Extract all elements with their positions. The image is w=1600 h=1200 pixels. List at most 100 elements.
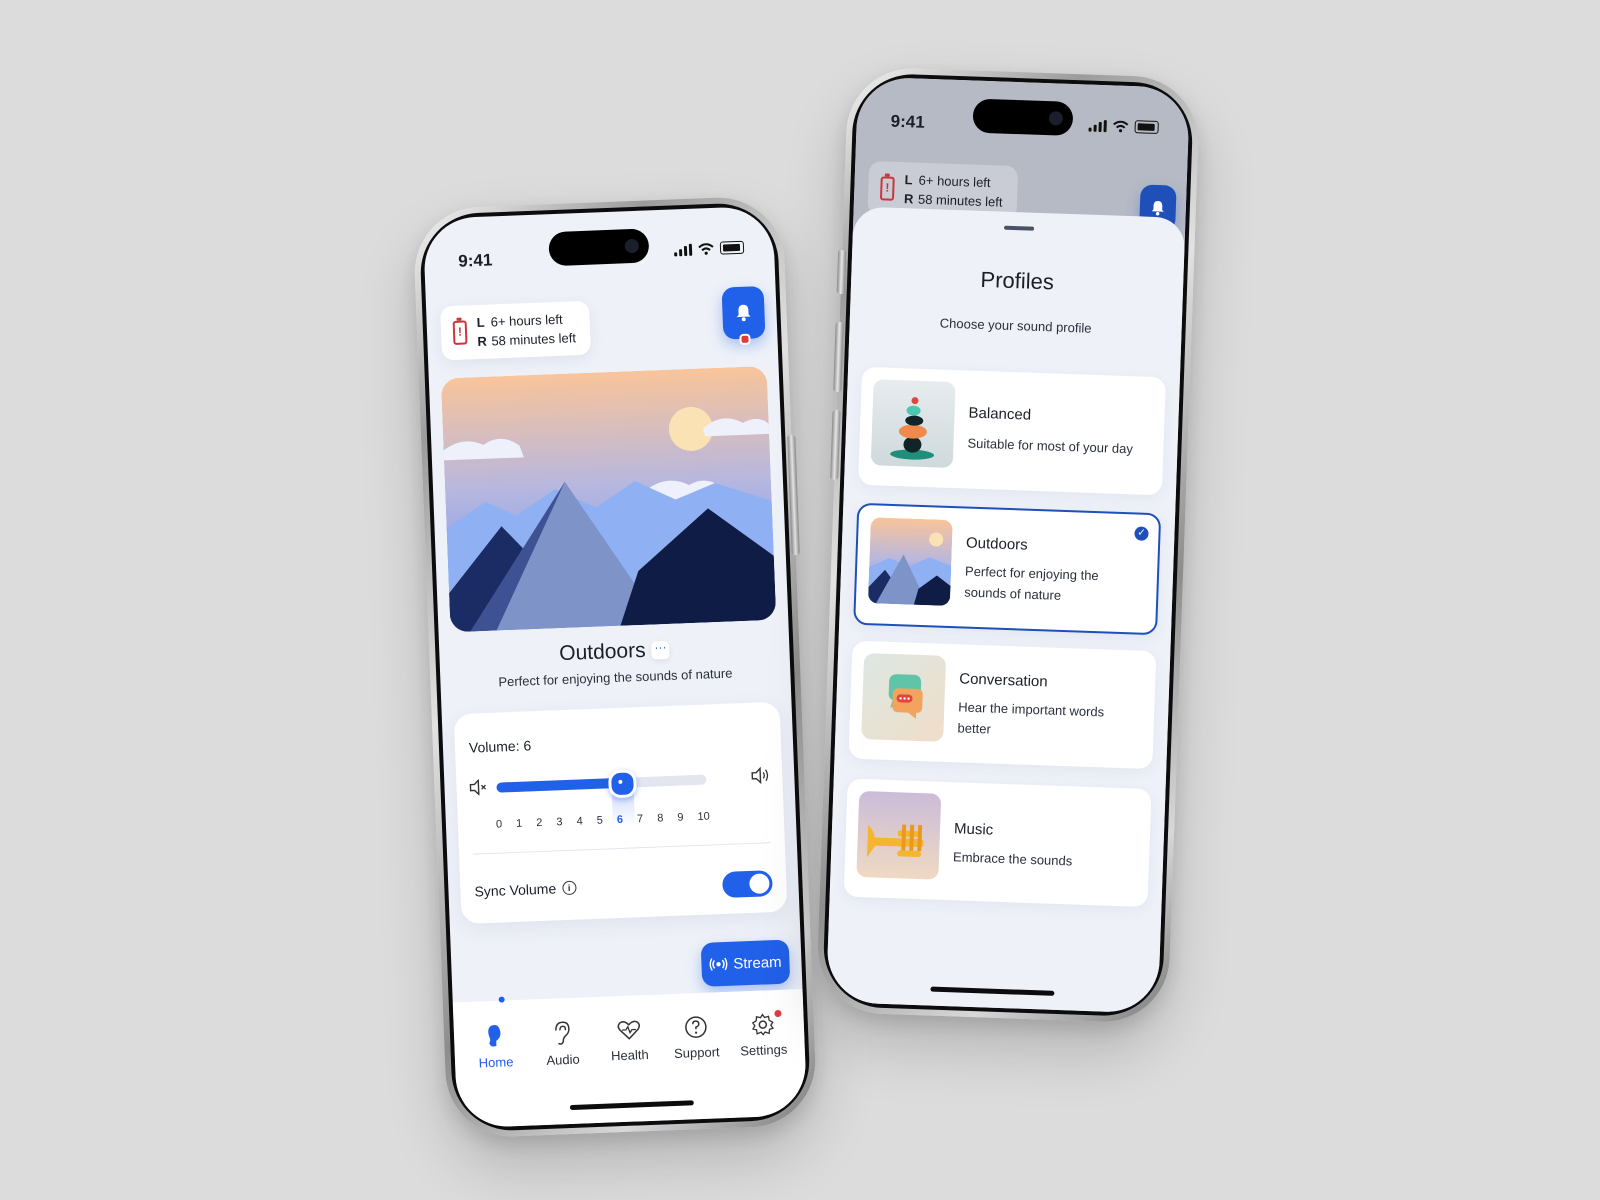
profiles-sheet: Profiles Choose your sound profile Balan… xyxy=(825,206,1186,1014)
volume-tick[interactable]: 1 xyxy=(516,818,523,830)
camera-icon-right xyxy=(1048,111,1064,126)
sheet-handle[interactable] xyxy=(1004,225,1035,231)
volume-label: Volume: 6 xyxy=(468,737,532,756)
balanced-thumbnail xyxy=(870,379,956,469)
mountain-thumbnail-icon xyxy=(867,517,953,607)
outdoors-thumbnail xyxy=(867,517,953,607)
sync-volume-label: Sync Volume xyxy=(474,880,557,900)
camera-icon xyxy=(624,238,640,254)
volume-tick[interactable]: 8 xyxy=(657,812,664,824)
volume-tick[interactable]: 5 xyxy=(597,815,604,827)
phone-profiles-screen: 9:41 L 6+ hours left R58 minutes left Pro… xyxy=(815,66,1201,1024)
action-button xyxy=(836,249,847,295)
tab-home[interactable]: Home xyxy=(468,1022,524,1071)
conversation-thumbnail xyxy=(861,653,947,742)
volume-card: Volume: 6 0 1 2 3 4 5 6 7 8 9 10 Sync Volume i xyxy=(453,701,788,925)
volume-tick[interactable]: 0 xyxy=(496,818,503,830)
tabs: Home Audio Health Support Settings xyxy=(468,1009,792,1071)
battery-right-row: R 58 minutes left xyxy=(477,328,576,351)
trumpet-icon xyxy=(867,824,924,858)
volume-tick[interactable]: 2 xyxy=(536,817,543,829)
phone-home-screen: 9:41 L 6+ hours left R58 minutes left xyxy=(412,195,818,1139)
dynamic-island-right xyxy=(972,98,1074,136)
wifi-icon xyxy=(698,242,714,255)
bell-icon-dimmed xyxy=(1151,201,1164,216)
status-time: 9:41 xyxy=(457,250,493,271)
tab-audio-label: Audio xyxy=(546,1051,580,1068)
battery-lines: L 6+ hours left R 58 minutes left xyxy=(476,309,576,351)
battery-icon-right xyxy=(1134,120,1159,134)
profile-name-music: Music xyxy=(953,820,994,839)
status-time-right: 9:41 xyxy=(890,111,926,132)
low-battery-icon-dimmed xyxy=(879,176,895,201)
outdoors-hero-image xyxy=(440,365,777,633)
profile-card-balanced[interactable]: Balanced Suitable for most of your day xyxy=(858,366,1166,496)
profile-name: Outdoors xyxy=(558,638,647,666)
sync-volume-toggle[interactable] xyxy=(721,870,773,899)
profile-card-outdoors[interactable]: Outdoors Perfect for enjoying the sounds… xyxy=(853,502,1162,636)
left-ear-label-dimmed: L xyxy=(904,172,913,188)
battery-lines-dimmed: L 6+ hours left R 58 minutes left xyxy=(904,170,1004,211)
notification-badge xyxy=(739,333,751,345)
stream-button[interactable]: Stream xyxy=(700,939,791,987)
sync-volume-row: Sync Volume i xyxy=(474,880,577,900)
volume-fill xyxy=(496,777,623,793)
home-indicator xyxy=(569,1100,694,1111)
profile-desc-balanced: Suitable for most of your day xyxy=(967,435,1134,457)
tab-settings-label: Settings xyxy=(740,1041,788,1059)
signal-icon-right xyxy=(1088,119,1107,132)
status-bar-right: 9:41 xyxy=(856,76,1190,144)
notifications-button[interactable] xyxy=(721,286,766,345)
profile-name-conversation: Conversation xyxy=(959,670,1048,691)
volume-thumb[interactable] xyxy=(607,769,638,799)
volume-down-button xyxy=(830,409,841,481)
volume-tick[interactable]: 9 xyxy=(677,811,684,823)
hearing-aid-battery-card[interactable]: L 6+ hours left R58 minutes left xyxy=(440,300,591,361)
tab-health[interactable]: Health xyxy=(601,1017,657,1066)
info-icon[interactable]: i xyxy=(561,880,577,896)
profile-card-music[interactable]: Music Embrace the sounds xyxy=(843,778,1152,908)
volume-tick[interactable]: 3 xyxy=(556,816,563,828)
mountain-illustration xyxy=(440,365,777,633)
volume-slider[interactable] xyxy=(496,774,707,793)
tab-audio[interactable]: Audio xyxy=(535,1019,591,1068)
more-options-button[interactable]: ··· xyxy=(651,640,670,661)
home-indicator-right xyxy=(930,986,1055,996)
left-battery-value-dimmed: 6+ hours left xyxy=(918,172,991,191)
music-thumbnail xyxy=(856,790,942,880)
settings-badge xyxy=(774,1009,782,1018)
gear-icon xyxy=(751,1013,775,1036)
volume-tick[interactable]: 6 xyxy=(617,814,624,826)
home-screen: 9:41 L 6+ hours left R58 minutes left xyxy=(422,205,808,1129)
tab-support[interactable]: Support xyxy=(668,1014,724,1063)
profile-desc-conversation: Hear the important words better xyxy=(957,699,1105,737)
sheet-subtitle: Choose your sound profile xyxy=(939,315,1092,336)
mute-icon[interactable] xyxy=(468,779,487,796)
ear-icon xyxy=(555,1021,570,1045)
profile-desc-music: Embrace the sounds xyxy=(952,849,1073,869)
dynamic-island xyxy=(548,228,650,267)
battery-icon xyxy=(719,240,745,255)
profile-name-outdoors: Outdoors xyxy=(965,534,1029,554)
volume-tick[interactable]: 7 xyxy=(637,813,644,825)
heart-pulse-icon xyxy=(617,1020,641,1040)
left-battery-value: 6+ hours left xyxy=(490,311,563,330)
right-ear-label: R xyxy=(477,333,488,350)
volume-up-icon[interactable] xyxy=(750,766,771,785)
right-battery-value-dimmed: 58 minutes left xyxy=(917,191,1003,210)
wifi-icon-right xyxy=(1113,120,1129,132)
profiles-screen: 9:41 L 6+ hours left R58 minutes left Pro… xyxy=(825,76,1191,1014)
profile-card-conversation[interactable]: Conversation Hear the important words be… xyxy=(848,640,1157,770)
help-circle-icon xyxy=(685,1016,707,1038)
volume-tick[interactable]: 10 xyxy=(697,810,710,822)
tab-home-label: Home xyxy=(478,1054,514,1071)
signal-icon xyxy=(674,243,693,256)
right-ear-label-dimmed: R xyxy=(903,191,914,207)
tab-support-label: Support xyxy=(673,1044,720,1062)
tab-health-label: Health xyxy=(610,1046,649,1064)
volume-tick[interactable]: 4 xyxy=(576,815,583,827)
right-battery-value: 58 minutes left xyxy=(491,330,577,349)
status-icons xyxy=(674,240,745,257)
tab-settings[interactable]: Settings xyxy=(735,1009,791,1061)
chat-bubbles-icon xyxy=(888,674,923,719)
